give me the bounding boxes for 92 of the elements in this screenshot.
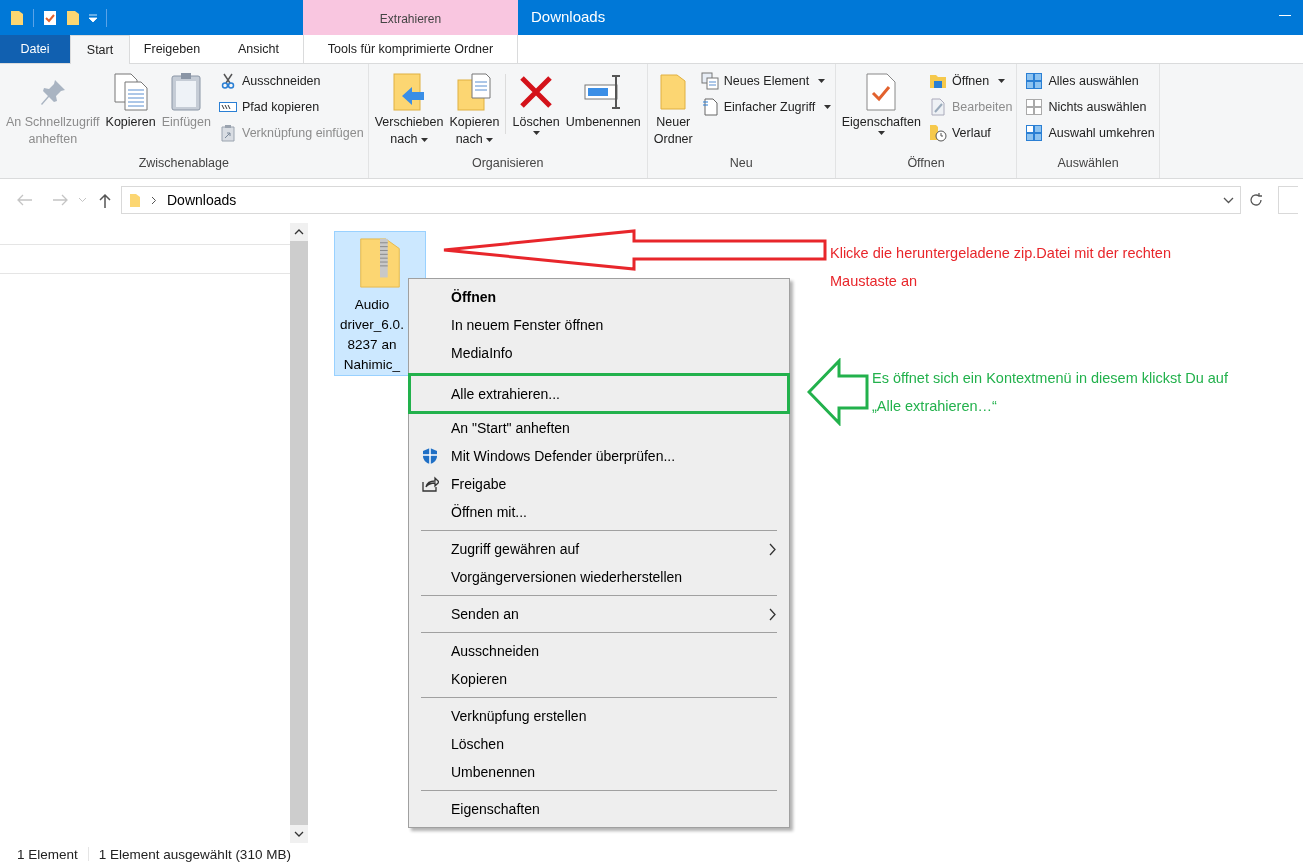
menu-item[interactable]: Öffnen mit... (409, 498, 789, 526)
path-segment[interactable]: Downloads (167, 192, 237, 208)
caret-icon (997, 79, 1005, 83)
group-label: Zwischenablage (137, 156, 230, 172)
ribbon-tab[interactable]: Start (70, 35, 130, 64)
new-item-icon (700, 72, 719, 90)
annotation-text: Klicke die heruntergeladene zip.Datei mit der rechten Maustaste an (830, 244, 1172, 291)
menu-item[interactable]: Verknüpfung erstellen (409, 702, 789, 730)
search-field[interactable] (1278, 186, 1298, 214)
ribbon-tab[interactable]: Tools für komprimierte Ordner (303, 35, 518, 63)
chevron-right-icon (151, 195, 157, 205)
caret-icon (877, 131, 885, 135)
menu-item[interactable]: An "Start" anheften (409, 414, 789, 442)
clipboard-icon (170, 72, 203, 112)
ribbon-button[interactable]: Ausschneiden (219, 68, 364, 94)
file-name: Audio driver_6.0. 8237 an Nahimic_ (339, 296, 405, 374)
menu-item[interactable]: Freigabe (409, 470, 789, 498)
scrollbar[interactable] (290, 223, 308, 843)
menu-item[interactable]: Zugriff gewähren auf (409, 535, 789, 563)
ribbon-button[interactable]: Neuer Ordner (651, 68, 695, 150)
status-text: 1 Element ausgewählt (310 MB) (98, 846, 291, 862)
caret-icon (817, 79, 825, 83)
grid-icon (1026, 99, 1043, 115)
copy-icon (112, 72, 149, 112)
checklist-icon[interactable] (43, 9, 57, 26)
ribbon-button[interactable]: Neues Element (700, 68, 831, 94)
shield-icon (421, 447, 439, 465)
path-icon (219, 100, 237, 114)
group-label: Öffnen (906, 156, 946, 172)
ribbon-button[interactable]: Auswahl umkehren (1025, 120, 1155, 146)
caret-icon (486, 137, 494, 142)
group-label: Organisieren (470, 156, 545, 172)
status-text: 1 Element (17, 846, 78, 862)
context-tab-header: Extrahieren (303, 0, 518, 35)
ribbon-button[interactable]: Löschen (510, 68, 562, 137)
ribbon-tab[interactable]: Ansicht (214, 35, 303, 63)
folder-icon[interactable] (66, 9, 80, 26)
menu-item[interactable]: Mit Windows Defender überprüfen... (409, 442, 789, 470)
folder-icon (928, 73, 947, 89)
ribbon-button[interactable]: Alles auswählen (1025, 68, 1155, 94)
ribbon-button[interactable]: Umbenennen (563, 68, 643, 133)
ribbon-button[interactable]: Verschieben nach (372, 68, 446, 150)
ribbon-button[interactable]: Einfacher Zugriff (700, 94, 831, 120)
scissors-icon (220, 73, 236, 89)
folder-icon (129, 192, 141, 208)
scroll-up-icon[interactable] (294, 229, 304, 235)
ribbon-button[interactable]: Nichts auswählen (1025, 94, 1155, 120)
folder-page-icon (456, 72, 493, 112)
page-icon (701, 98, 718, 116)
menu-item[interactable]: Ausschneiden (409, 637, 789, 665)
checklist-icon (865, 72, 898, 112)
ribbon-button[interactable]: Kopieren nach (447, 68, 502, 150)
window-title: Downloads (531, 7, 606, 25)
edit-icon (929, 98, 946, 116)
chevron-down-icon[interactable] (1223, 196, 1234, 204)
group-label: Auswählen (1056, 156, 1120, 172)
address-field[interactable]: Downloads (121, 186, 1241, 214)
ribbon-tab[interactable]: Freigeben (130, 35, 214, 63)
share-icon (421, 476, 439, 492)
menu-item[interactable]: Kopieren (409, 665, 789, 693)
folder-icon[interactable] (10, 9, 24, 26)
menu-item[interactable]: Alle extrahieren... (408, 373, 790, 414)
caret-icon (532, 131, 540, 135)
caret-icon (823, 105, 831, 109)
up-arrow-icon[interactable] (99, 192, 111, 208)
folder-clock-icon (928, 124, 947, 142)
shortcut-icon (220, 124, 236, 142)
minimize-icon[interactable] (1279, 15, 1291, 17)
folder-arrow-icon (392, 72, 427, 112)
menu-item[interactable]: Löschen (409, 730, 789, 758)
scroll-down-icon[interactable] (294, 831, 304, 837)
grid-icon (1026, 73, 1043, 89)
zip-folder-icon (358, 237, 402, 289)
refresh-icon[interactable] (1249, 193, 1263, 207)
grid-icon (1026, 125, 1043, 141)
menu-item[interactable]: Vorgängerversionen wiederherstellen (409, 563, 789, 591)
delete-icon (519, 75, 554, 109)
menu-item[interactable]: Umbenennen (409, 758, 789, 786)
folder-icon (659, 73, 688, 111)
ribbon-button[interactable]: Eigenschaften (839, 68, 923, 137)
left-arrow (807, 358, 869, 426)
caret-icon (420, 137, 428, 142)
ribbon-button[interactable]: Öffnen (928, 68, 1013, 94)
ribbon-button[interactable]: Verlauf (928, 120, 1013, 146)
group-label: Neu (728, 156, 754, 172)
menu-item[interactable]: Eigenschaften (409, 795, 789, 823)
ribbon-button[interactable]: Kopieren (103, 68, 158, 133)
menu-item[interactable]: Senden an (409, 600, 789, 628)
annotation-text: Es öffnet sich ein Kontextmenü in diesem klickst Du auf „Alle extrahieren…“ (872, 369, 1229, 416)
ribbon-button[interactable]: Pfad kopieren (219, 94, 364, 120)
dropdown-icon[interactable] (89, 13, 97, 22)
ribbon-tab[interactable]: Datei (0, 35, 70, 63)
